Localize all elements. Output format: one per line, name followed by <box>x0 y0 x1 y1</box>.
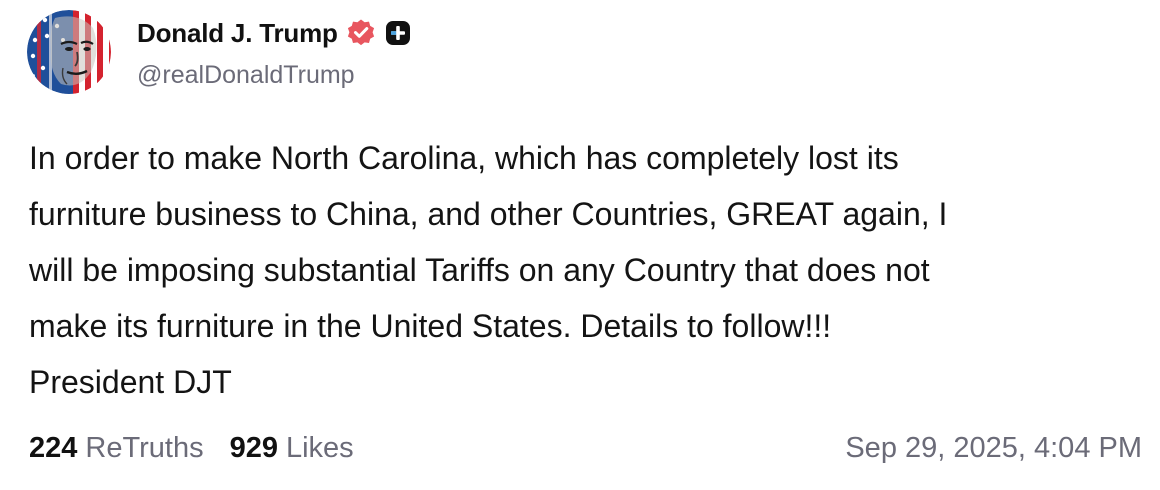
post-header: Donald J. Trump @realDonaldTrump <box>137 14 411 90</box>
avatar[interactable] <box>27 10 111 94</box>
post-card: Donald J. Trump @realDonaldTrump In orde… <box>0 0 1160 490</box>
likes-stat[interactable]: 929 Likes <box>230 432 354 465</box>
name-row: Donald J. Trump <box>137 14 411 52</box>
likes-label: Likes <box>285 431 354 464</box>
plus-badge-icon <box>385 20 411 46</box>
verified-badge-icon <box>346 18 376 48</box>
user-handle[interactable]: @realDonaldTrump <box>137 61 411 90</box>
display-name[interactable]: Donald J. Trump <box>137 18 338 49</box>
post-body-text: In order to make North Carolina, which h… <box>29 140 948 400</box>
post-timestamp[interactable]: Sep 29, 2025, 4:04 PM <box>845 432 1142 465</box>
post-footer: 224 ReTruths 929 Likes Sep 29, 2025, 4:0… <box>29 428 1142 468</box>
retruths-count: 224 <box>29 431 78 464</box>
retruths-stat[interactable]: 224 ReTruths <box>29 432 204 465</box>
likes-count: 929 <box>229 431 278 464</box>
avatar-image <box>27 10 111 94</box>
retruths-label: ReTruths <box>85 431 204 464</box>
